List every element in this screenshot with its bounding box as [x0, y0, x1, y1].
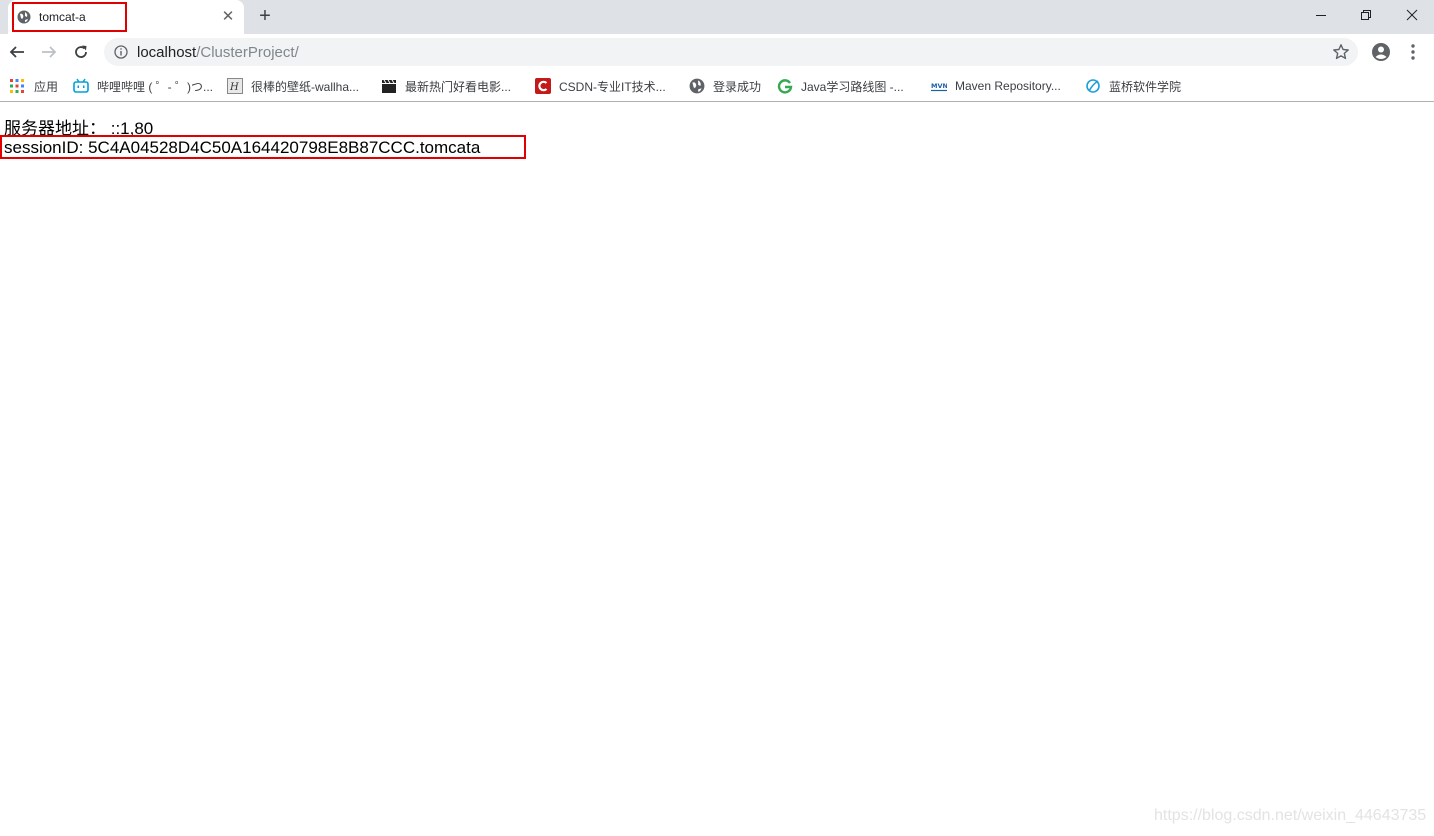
bilibili-icon: [73, 78, 89, 93]
bookmark-label: Maven Repository...: [955, 79, 1061, 93]
close-window-button[interactable]: [1389, 0, 1434, 30]
csdn-icon: [535, 78, 551, 94]
more-vert-icon[interactable]: [1405, 42, 1421, 62]
bookmark-maven[interactable]: MVN Maven Repository...: [931, 76, 1061, 96]
back-button[interactable]: [5, 40, 29, 64]
bookmarks-bar: 应用 哔哩哔哩 ( ゜- ゜)つ... H 很棒的壁纸-wallha... 最新…: [0, 70, 1434, 102]
url-path: /ClusterProject/: [196, 44, 299, 61]
bookmark-label: 最新热门好看电影...: [405, 79, 512, 94]
bookmark-movies[interactable]: 最新热门好看电影...: [381, 76, 511, 96]
session-highlight-box: [0, 135, 526, 159]
apps-grid-icon: [10, 79, 24, 93]
arrow-left-icon: [9, 46, 24, 58]
mvn-icon: MVN: [931, 82, 947, 92]
new-tab-button[interactable]: +: [256, 6, 274, 26]
lanqiao-icon: [1086, 79, 1100, 93]
g-logo-icon: [777, 79, 793, 94]
bookmark-label: CSDN-专业IT技术...: [559, 79, 666, 94]
bookmark-label: 蓝桥软件学院: [1109, 79, 1182, 94]
reload-button[interactable]: [69, 40, 93, 64]
bookmark-label: 哔哩哔哩 ( ゜- ゜)つ...: [97, 79, 213, 94]
browser-toolbar: localhost/ClusterProject/: [0, 34, 1434, 70]
minimize-button[interactable]: [1298, 0, 1344, 30]
address-bar[interactable]: localhost/ClusterProject/: [104, 38, 1358, 66]
bookmark-label: Java学习路线图 -...: [801, 79, 904, 94]
bookmark-login[interactable]: 登录成功: [689, 76, 761, 96]
bookmark-lanqiao[interactable]: 蓝桥软件学院: [1085, 76, 1181, 96]
bookmark-csdn[interactable]: CSDN-专业IT技术...: [535, 76, 666, 96]
reload-icon: [75, 45, 87, 58]
globe-icon: [689, 78, 705, 94]
bookmark-label: 很棒的壁纸-wallha...: [251, 79, 360, 94]
url-host: localhost: [137, 44, 197, 61]
page-content: [0, 103, 1434, 836]
close-tab-icon[interactable]: ✕: [220, 9, 236, 25]
bookmark-apps[interactable]: 应用: [9, 76, 58, 96]
bookmark-wallhaven[interactable]: H 很棒的壁纸-wallha...: [227, 76, 359, 96]
tab-highlight-box: [12, 2, 127, 32]
bookmark-label: 应用: [34, 79, 59, 94]
bookmark-java-roadmap[interactable]: Java学习路线图 -...: [777, 76, 904, 96]
svg-text:H: H: [229, 82, 239, 93]
clapperboard-icon: [382, 79, 396, 93]
close-icon: [1406, 9, 1418, 21]
restore-icon: [1361, 10, 1371, 20]
minimize-icon: [1316, 15, 1326, 16]
restore-button[interactable]: [1343, 0, 1389, 30]
tab-strip: tomcat-a ✕ +: [0, 0, 1434, 34]
forward-button[interactable]: [37, 40, 61, 64]
info-icon[interactable]: [114, 45, 128, 59]
url-text: localhost/ClusterProject/: [137, 44, 299, 61]
star-icon[interactable]: [1332, 43, 1350, 61]
wallhaven-icon: H: [227, 78, 243, 94]
svg-text:MVN: MVN: [931, 82, 947, 90]
bookmark-bilibili[interactable]: 哔哩哔哩 ( ゜- ゜)つ...: [73, 76, 213, 96]
profile-icon[interactable]: [1371, 42, 1391, 62]
bookmark-label: 登录成功: [713, 79, 762, 94]
watermark: https://blog.csdn.net/weixin_44643735: [1154, 807, 1427, 824]
arrow-right-icon: [42, 46, 57, 58]
